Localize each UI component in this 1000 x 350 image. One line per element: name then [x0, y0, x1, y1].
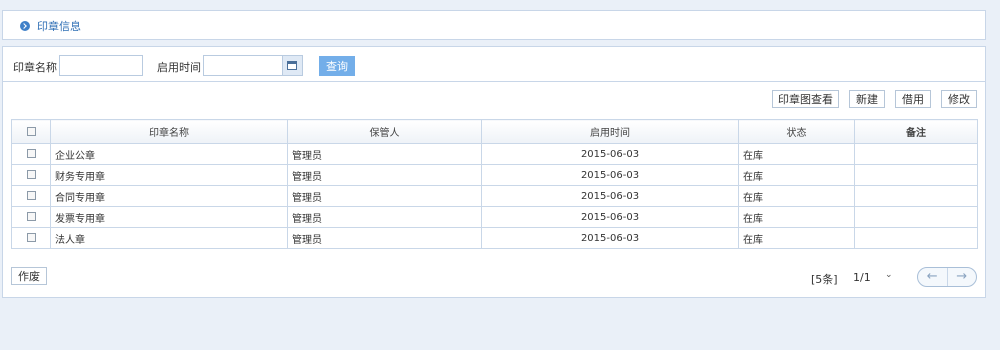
row-checkbox[interactable]: [26, 149, 36, 158]
select-all-checkbox[interactable]: [26, 126, 36, 136]
column-header-name: 印章名称: [50, 119, 288, 144]
select-all-cell[interactable]: [11, 119, 51, 144]
cell-note: [854, 164, 978, 186]
row-checkbox[interactable]: [26, 212, 36, 221]
cell-name: 法人章: [50, 227, 288, 249]
row-select-cell[interactable]: [11, 185, 51, 207]
table-row[interactable]: 企业公章 管理员 2015-06-03 在库: [11, 143, 978, 165]
search-bar: 印章名称 启用时间 查询: [2, 46, 986, 82]
row-checkbox[interactable]: [26, 233, 36, 242]
cell-status: 在库: [738, 185, 855, 207]
void-button[interactable]: 作废: [11, 267, 47, 285]
row-select-cell[interactable]: [11, 227, 51, 249]
cell-date: 2015-06-03: [481, 143, 739, 165]
edit-button[interactable]: 修改: [941, 90, 977, 108]
cell-date: 2015-06-03: [481, 164, 739, 186]
chevron-down-icon[interactable]: ⌄: [885, 270, 893, 280]
record-count: [5条]: [811, 273, 838, 286]
page-indicator: 1/1: [853, 271, 871, 284]
chevron-right-circle-icon: [20, 21, 30, 31]
column-header-keeper: 保管人: [287, 119, 482, 144]
query-button[interactable]: 查询: [319, 56, 355, 76]
cell-status: 在库: [738, 227, 855, 249]
pager-nav: ← →: [917, 267, 977, 287]
cell-name: 合同专用章: [50, 185, 288, 207]
cell-keeper: 管理员: [287, 164, 482, 186]
column-header-date: 启用时间: [481, 119, 739, 144]
start-date-label: 启用时间: [157, 61, 201, 74]
cell-keeper: 管理员: [287, 185, 482, 207]
row-select-cell[interactable]: [11, 206, 51, 228]
row-checkbox[interactable]: [26, 170, 36, 179]
seal-name-label: 印章名称: [13, 61, 57, 74]
cell-note: [854, 227, 978, 249]
row-select-cell[interactable]: [11, 143, 51, 165]
arrow-right-icon[interactable]: →: [948, 268, 977, 286]
cell-note: [854, 185, 978, 207]
seal-table: 印章名称 保管人 启用时间 状态 备注 企业公章 管理员 2015-06-03 …: [11, 119, 978, 249]
cell-date: 2015-06-03: [481, 185, 739, 207]
cell-keeper: 管理员: [287, 206, 482, 228]
cell-name: 企业公章: [50, 143, 288, 165]
cell-keeper: 管理员: [287, 143, 482, 165]
cell-name: 财务专用章: [50, 164, 288, 186]
table-row[interactable]: 发票专用章 管理员 2015-06-03 在库: [11, 206, 978, 228]
cell-status: 在库: [738, 164, 855, 186]
table-row[interactable]: 法人章 管理员 2015-06-03 在库: [11, 227, 978, 249]
cell-keeper: 管理员: [287, 227, 482, 249]
seal-name-input[interactable]: [59, 55, 143, 76]
cell-status: 在库: [738, 206, 855, 228]
cell-note: [854, 206, 978, 228]
column-header-note: 备注: [854, 119, 978, 144]
new-button[interactable]: 新建: [849, 90, 885, 108]
table-row[interactable]: 合同专用章 管理员 2015-06-03 在库: [11, 185, 978, 207]
table-row[interactable]: 财务专用章 管理员 2015-06-03 在库: [11, 164, 978, 186]
cell-date: 2015-06-03: [481, 206, 739, 228]
view-seal-image-button[interactable]: 印章图查看: [772, 90, 839, 108]
seal-list-panel: 印章图查看 新建 借用 修改 印章名称 保管人 启用时间 状态 备注 企业公章 …: [2, 82, 986, 298]
cell-note: [854, 143, 978, 165]
cell-status: 在库: [738, 143, 855, 165]
borrow-button[interactable]: 借用: [895, 90, 931, 108]
start-date-input[interactable]: [203, 55, 283, 76]
row-select-cell[interactable]: [11, 164, 51, 186]
page-title: 印章信息: [37, 20, 81, 33]
row-checkbox[interactable]: [26, 191, 36, 200]
calendar-icon[interactable]: [283, 55, 303, 76]
page-header: 印章信息: [2, 10, 986, 40]
arrow-left-icon[interactable]: ←: [918, 268, 948, 286]
cell-name: 发票专用章: [50, 206, 288, 228]
column-header-status: 状态: [738, 119, 855, 144]
table-header-row: 印章名称 保管人 启用时间 状态 备注: [11, 119, 978, 144]
cell-date: 2015-06-03: [481, 227, 739, 249]
